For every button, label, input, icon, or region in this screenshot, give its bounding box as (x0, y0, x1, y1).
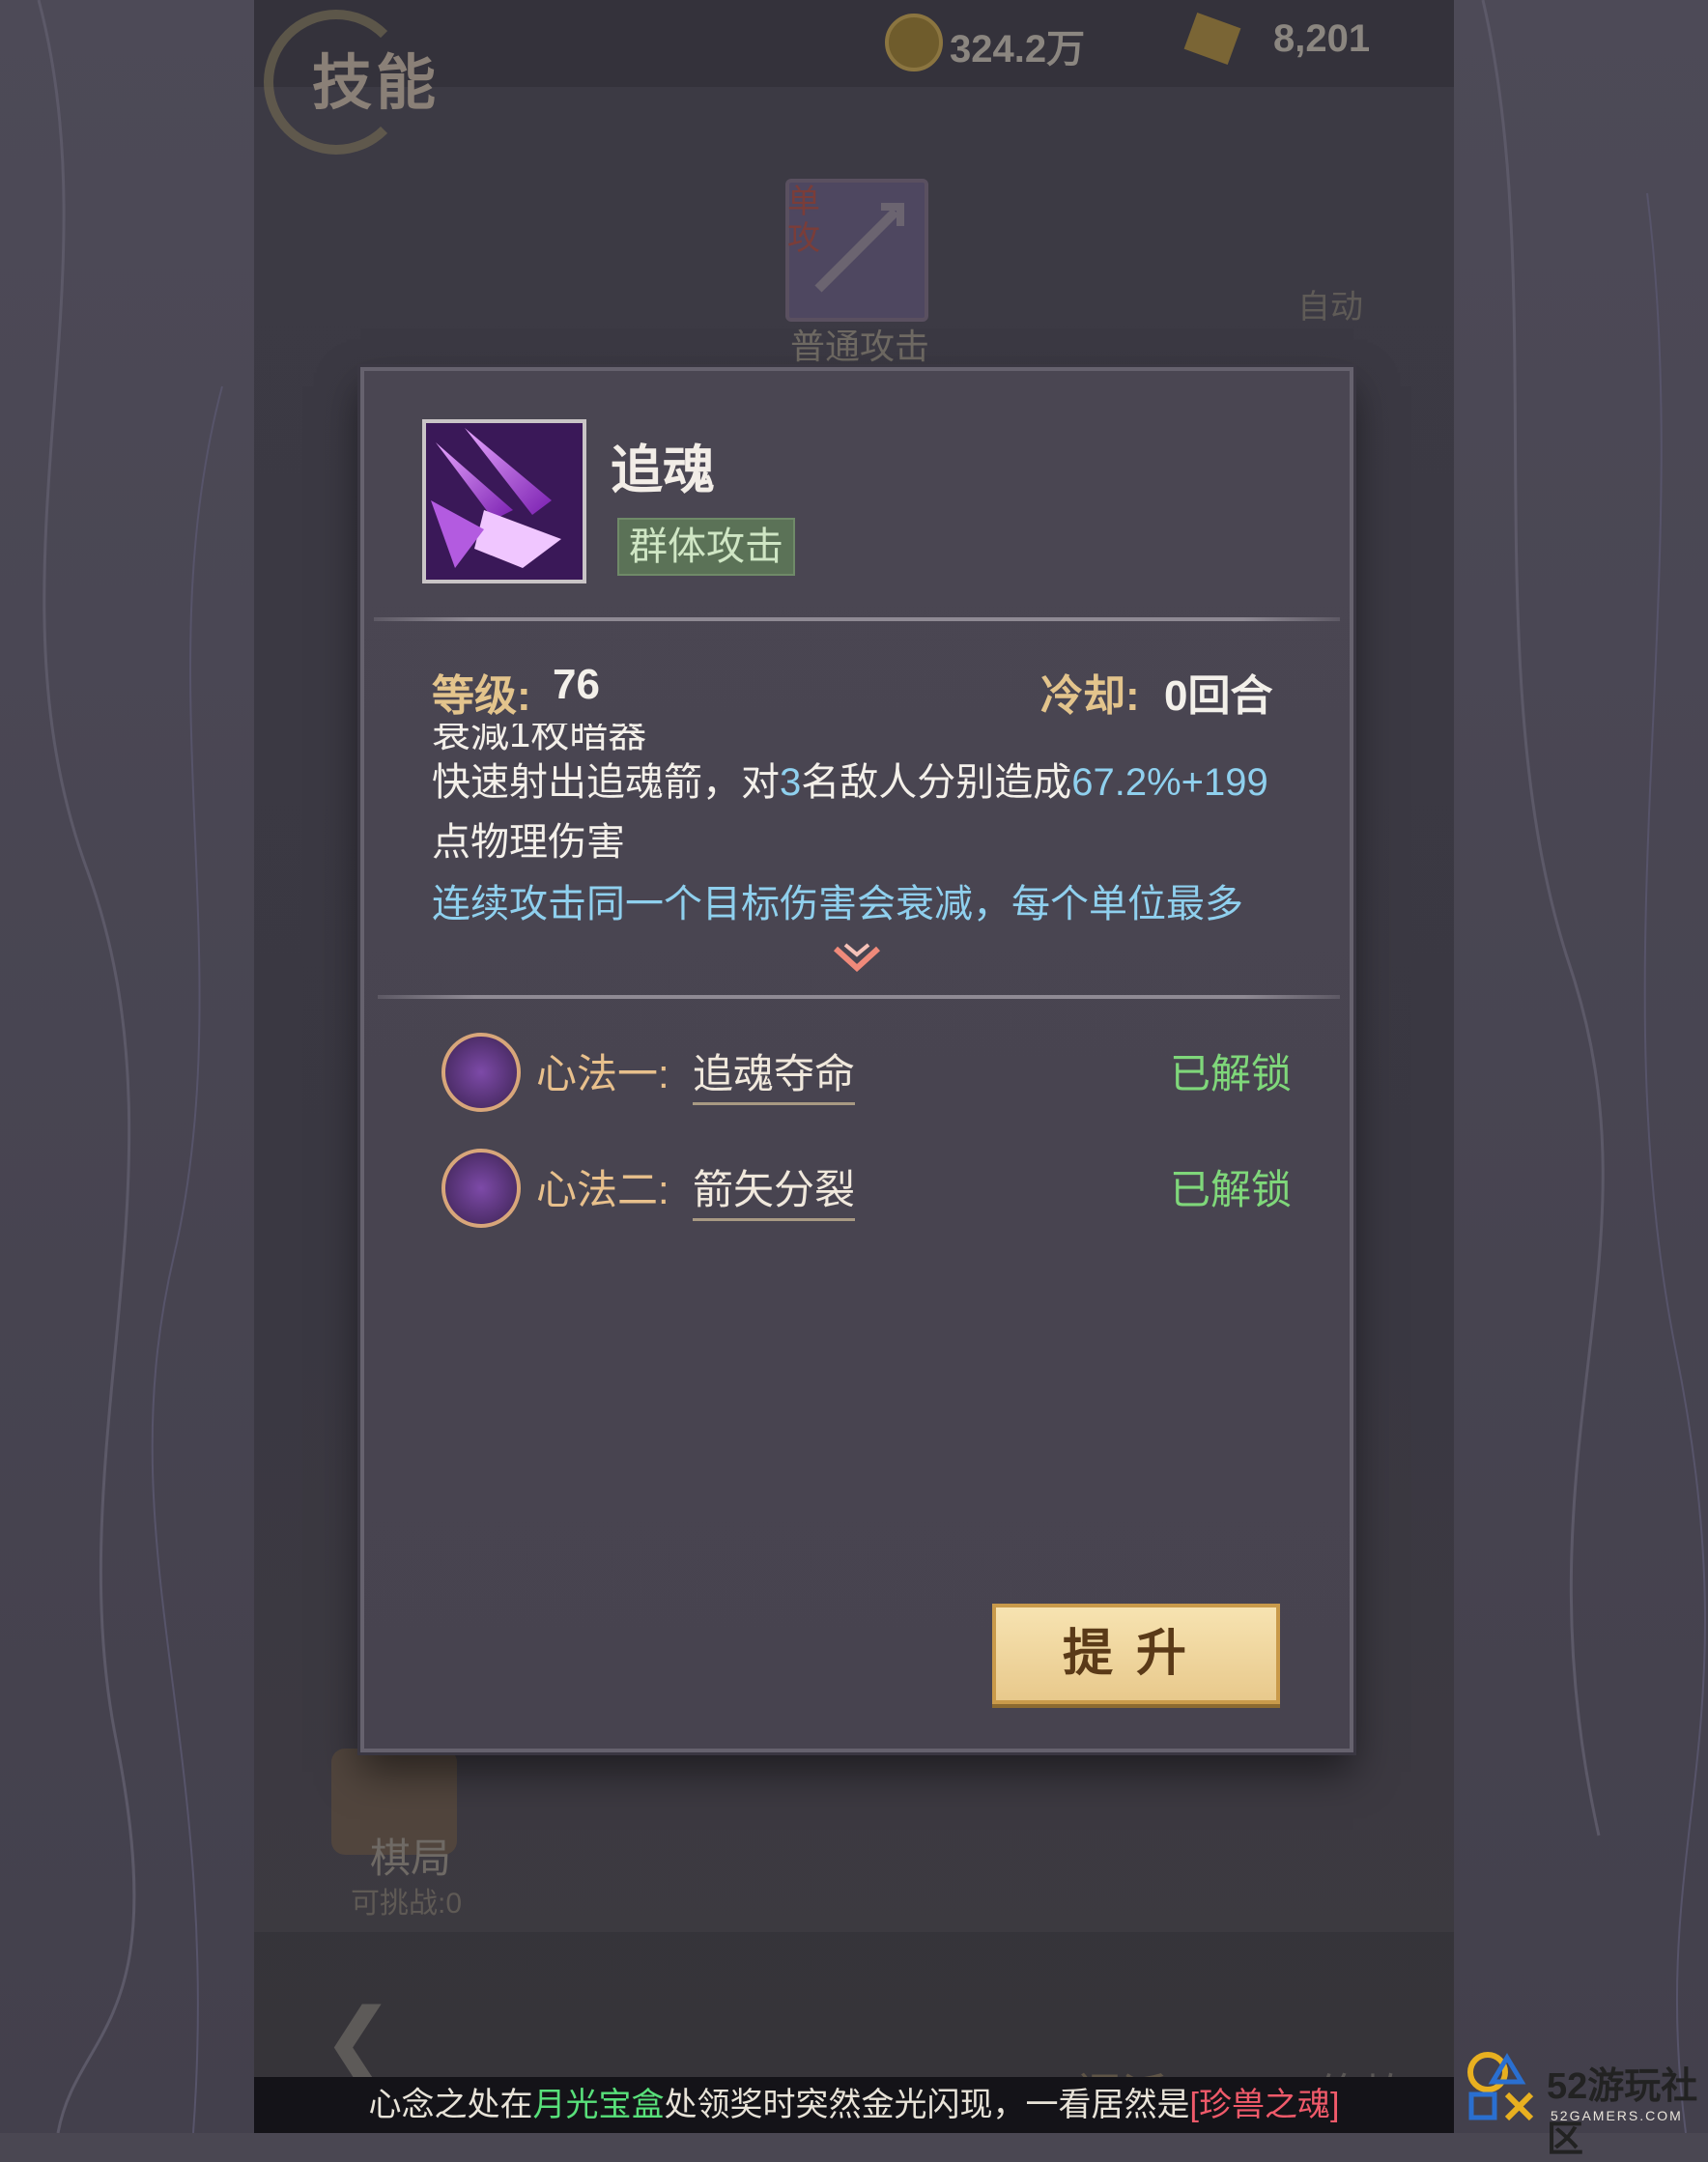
chevron-down-icon[interactable] (828, 941, 886, 980)
level-value: 76 (553, 661, 600, 708)
divider-top (374, 617, 1340, 621)
skill-type-badge: 群体攻击 (617, 518, 795, 576)
coin-icon (885, 14, 943, 71)
method-label: 心法一: (536, 1051, 669, 1096)
announcement-ticker: 心念之处在月光宝盒处领奖时突然金光闪现，一看居然是[珍兽之魂] (254, 2077, 1454, 2133)
desc-targets: 3 (780, 761, 802, 804)
ticker-place: 月光宝盒 (532, 2087, 665, 2123)
level-label: 等级: (432, 672, 531, 720)
desc-text-3: 点物理伤害 (432, 821, 625, 864)
cooldown-label: 冷却: (1040, 672, 1140, 720)
desc-main: 快速射出追魂箭，对3名敌人分别造成67.2%+199 点物理伤害 (432, 753, 1282, 872)
auto-button[interactable]: 自动 (1297, 280, 1363, 327)
brand-logo-icon (1467, 2052, 1534, 2121)
desc-text-1: 快速射出追魂箭，对 (432, 761, 780, 804)
upgrade-button[interactable]: 提升 (992, 1604, 1280, 1704)
page-title: 技能 (312, 50, 441, 117)
normal-attack-label: 普通攻击 (790, 327, 930, 366)
method-status: 已解锁 (1169, 1167, 1292, 1212)
ticker-text-2: 处领奖时突然金光闪现，一看居然是 (664, 2087, 1190, 2123)
desc-value: 67.2%+199 (1071, 761, 1268, 804)
method-row-2[interactable]: 心法二: 箭矢分裂 已解锁 (441, 1144, 1292, 1231)
skill-detail-panel: 追魂 群体攻击 等级: 76 冷却: 0回合 衰減1枚暗器 快速射出追魂箭，对3… (360, 367, 1353, 1752)
method-name[interactable]: 追魂夺命 (693, 1041, 856, 1105)
brand-site: 52GAMERS.COM (1551, 2108, 1683, 2123)
desc-text-2: 名敌人分别造成 (801, 761, 1072, 804)
method-name[interactable]: 箭矢分裂 (693, 1157, 856, 1221)
method-status: 已解锁 (1169, 1051, 1292, 1096)
chess-label: 棋局 (370, 1835, 452, 1881)
watermark: 52游玩社区 52GAMERS.COM (1464, 2048, 1705, 2160)
decor-lines (37, 0, 223, 2133)
skill-name: 追魂 (611, 441, 715, 499)
arrows-split-icon (441, 1149, 521, 1228)
left-background (0, 0, 254, 2133)
skill-icon (422, 419, 586, 583)
ticker-text-1: 心念之处在 (368, 2087, 533, 2123)
divider-middle (378, 995, 1340, 999)
chess-challenge-count: 可挑战:0 (351, 1888, 463, 1920)
gold-amount: 324.2万 (950, 28, 1086, 71)
method-row-1[interactable]: 心法一: 追魂夺命 已解锁 (441, 1028, 1292, 1115)
decor-lines-right (1481, 0, 1706, 2133)
skill-description[interactable]: 衰減1枚暗器 快速射出追魂箭，对3名敌人分别造成67.2%+199点物理伤害 连… (432, 724, 1282, 936)
ticker-item: [珍兽之魂] (1189, 2087, 1340, 2123)
method-label: 心法二: (536, 1167, 669, 1212)
cooldown-value: 0回合 (1164, 672, 1273, 720)
right-background (1454, 0, 1708, 2133)
purple-arrows-icon (426, 423, 583, 580)
gem-amount: 8,201 (1273, 17, 1371, 60)
arrow-up-icon (441, 1033, 521, 1112)
desc-note: 连续攻击同一个目标伤害会衰减，每个单位最多 (432, 883, 1243, 925)
single-target-tag: 单攻 (787, 184, 820, 257)
